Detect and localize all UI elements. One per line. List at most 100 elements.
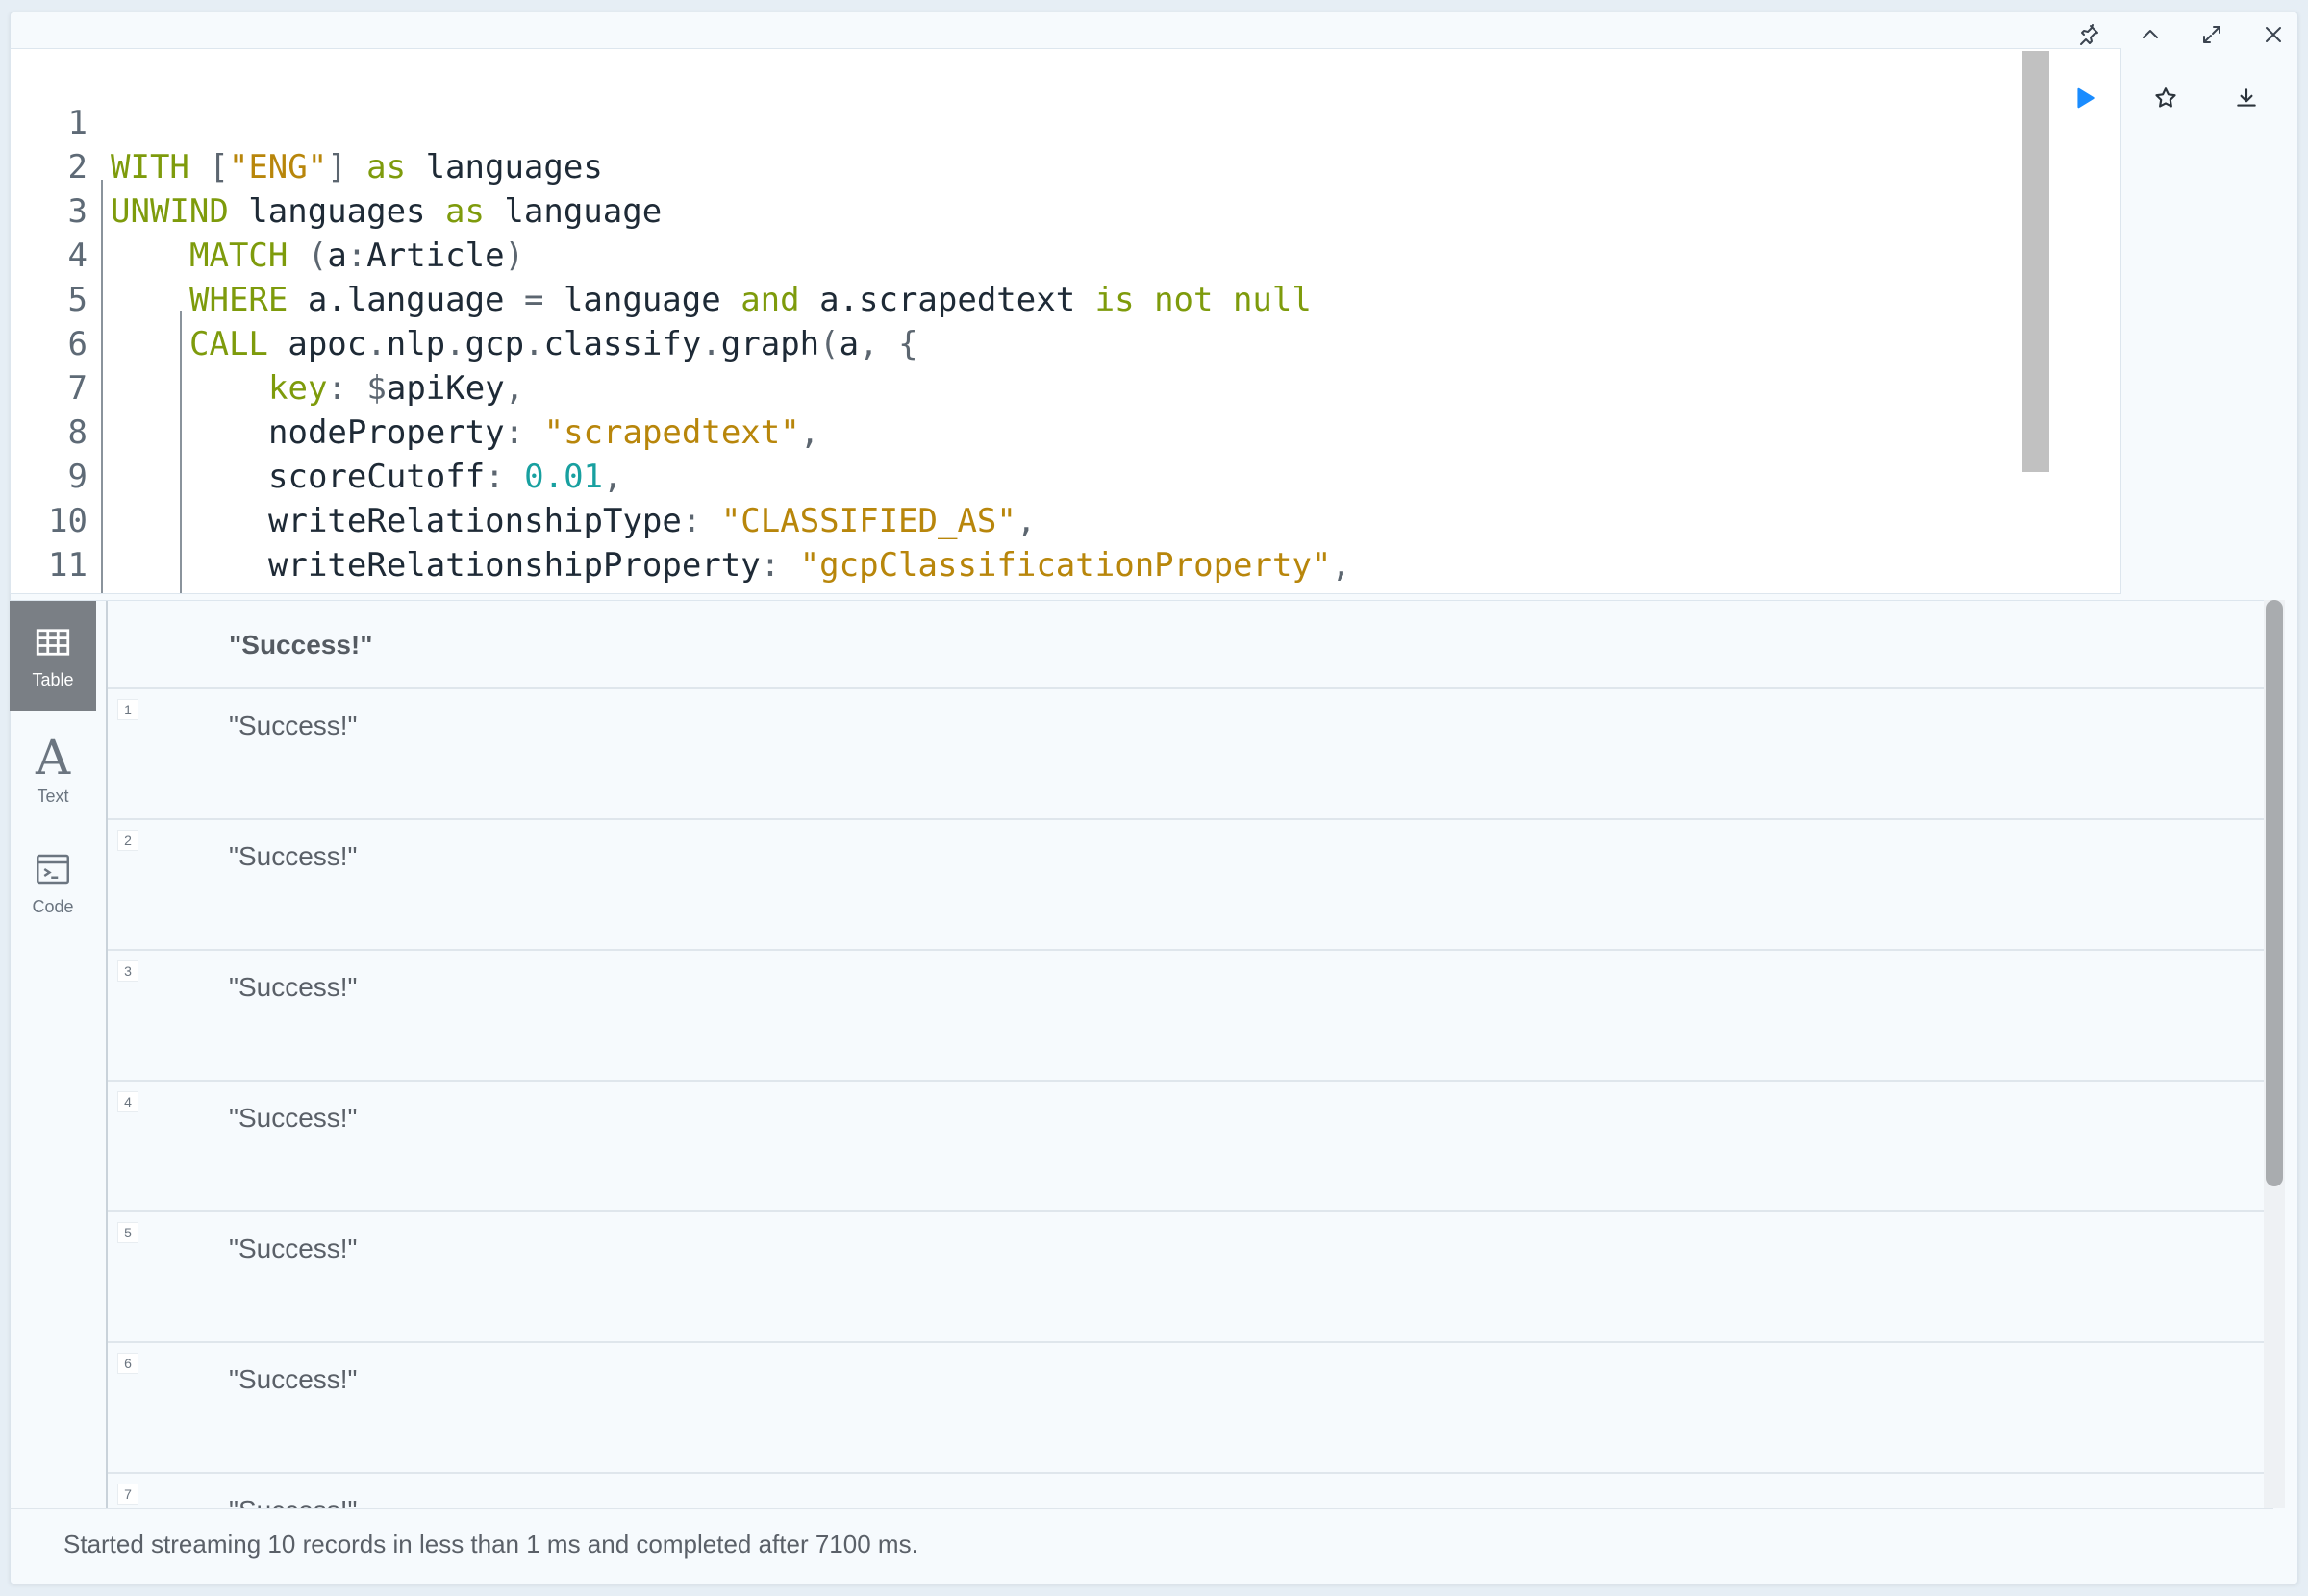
code-line[interactable]: 2 UNWIND languages as language	[11, 101, 663, 231]
editor-actions	[2064, 77, 2268, 119]
token: "CLASSIFIED_AS"	[720, 502, 1016, 540]
row-number: 3	[117, 960, 138, 982]
result-table: "Success!" 1 "Success!" 2 "Success!" 3 "…	[106, 601, 2273, 1509]
token: :	[346, 237, 367, 275]
table-row[interactable]: 7 "Success!"	[108, 1474, 2273, 1509]
table-row[interactable]: 6 "Success!"	[108, 1343, 2273, 1474]
token: true	[406, 590, 485, 593]
token: graph	[720, 325, 820, 363]
code-line[interactable]: 1 WITH ["ENG"] as languages	[11, 57, 603, 187]
token: "scrapedtext"	[543, 413, 800, 452]
code-line[interactable]: 4 WHERE a.language = language and a.scra…	[11, 189, 1312, 319]
token: and	[740, 281, 800, 319]
token: CALL	[189, 325, 268, 363]
collapse-icon[interactable]	[2129, 13, 2171, 56]
code-line[interactable]: 7 nodeProperty: "scrapedtext",	[11, 322, 820, 452]
token: writeRelationshipType	[268, 502, 682, 540]
token: ,	[603, 458, 623, 496]
table-cell: "Success!"	[229, 1103, 358, 1133]
fullscreen-icon[interactable]	[2191, 13, 2233, 56]
token: ]	[327, 148, 367, 187]
line-number: 12	[11, 587, 88, 593]
editor-scrollbar[interactable]	[2022, 51, 2049, 472]
token: scoreCutoff	[268, 458, 486, 496]
code-line[interactable]: 8 scoreCutoff: 0.01,	[11, 366, 623, 496]
token: $	[366, 369, 387, 408]
code-line[interactable]: 9 writeRelationshipType: "CLASSIFIED_AS"…	[11, 411, 1037, 540]
token: UNWIND	[111, 192, 229, 231]
token: MATCH	[189, 237, 288, 275]
row-number: 5	[117, 1222, 138, 1243]
token: =	[524, 281, 544, 319]
code-line[interactable]: 3 MATCH (a:Article)	[11, 145, 525, 275]
view-table-button[interactable]: Table	[10, 601, 96, 711]
table-cell: "Success!"	[229, 1364, 358, 1394]
code-line[interactable]: 10 writeRelationshipProperty: "gcpClassi…	[11, 455, 1351, 585]
table-cell: "Success!"	[229, 1234, 358, 1263]
table-row[interactable]: 1 "Success!"	[108, 689, 2273, 820]
token: is not null	[1094, 281, 1312, 319]
token: , {	[859, 325, 918, 363]
token: a.scrapedtext	[799, 281, 1095, 319]
view-code-button[interactable]: Code	[10, 828, 96, 937]
results-scrollbar-thumb[interactable]	[2266, 600, 2283, 1186]
table-row[interactable]: 5 "Success!"	[108, 1212, 2273, 1343]
table-icon	[36, 628, 70, 656]
results-panel: Table A Text Code "Success!" 1 "Success!…	[10, 600, 2273, 1509]
code-icon	[37, 854, 69, 884]
text-icon: A	[35, 729, 71, 786]
token: ,	[799, 413, 820, 452]
run-icon[interactable]	[2064, 77, 2106, 119]
token: nlp	[386, 325, 446, 363]
token: language	[543, 281, 741, 319]
column-header[interactable]: "Success!"	[108, 601, 2273, 689]
token: gcp	[464, 325, 525, 363]
token: as	[366, 148, 407, 187]
token: "gcpClassificationProperty"	[799, 546, 1332, 585]
close-icon[interactable]	[2252, 13, 2295, 56]
token: .	[524, 325, 544, 363]
token: ,	[1331, 546, 1351, 585]
token: WHERE	[189, 281, 288, 319]
query-editor[interactable]: 1 WITH ["ENG"] as languages 2 UNWIND lan…	[10, 48, 2121, 594]
token: a.language	[288, 281, 524, 319]
indent-guide	[101, 180, 103, 593]
row-number: 7	[117, 1484, 138, 1505]
code-line[interactable]: 11 write: true	[11, 499, 485, 593]
token: :	[504, 413, 544, 452]
token: :	[760, 546, 800, 585]
favorite-icon[interactable]	[2145, 77, 2187, 119]
token: [	[188, 148, 229, 187]
download-icon[interactable]	[2225, 77, 2268, 119]
token: as	[445, 192, 485, 231]
token: (	[819, 325, 840, 363]
view-text-button[interactable]: A Text	[10, 714, 96, 824]
status-bar: Started streaming 10 records in less tha…	[10, 1508, 2273, 1571]
row-number: 4	[117, 1091, 138, 1112]
token: classify	[543, 325, 702, 363]
token: (	[288, 237, 328, 275]
row-number: 2	[117, 830, 138, 851]
code-line[interactable]: 6 key: $apiKey,	[11, 278, 525, 408]
code-line[interactable]: 12 })	[11, 543, 89, 593]
token: :	[366, 590, 406, 593]
token: :	[327, 369, 367, 408]
token: :	[681, 502, 721, 540]
token: .	[701, 325, 721, 363]
token: a	[839, 325, 860, 363]
token: a	[327, 237, 347, 275]
row-number: 6	[117, 1353, 138, 1374]
table-row[interactable]: 3 "Success!"	[108, 951, 2273, 1082]
token: languages	[406, 148, 603, 187]
token: "ENG"	[228, 148, 328, 187]
table-row[interactable]: 2 "Success!"	[108, 820, 2273, 951]
view-label: Table	[32, 669, 74, 689]
token: languages	[228, 192, 445, 231]
table-row[interactable]: 4 "Success!"	[108, 1082, 2273, 1212]
token: .	[445, 325, 465, 363]
token: apiKey	[386, 369, 505, 408]
token: key	[268, 369, 328, 408]
view-switcher: Table A Text Code	[10, 601, 96, 1509]
view-label: Text	[37, 786, 69, 806]
code-line[interactable]: 5 CALL apoc.nlp.gcp.classify.graph(a, {	[11, 234, 918, 363]
